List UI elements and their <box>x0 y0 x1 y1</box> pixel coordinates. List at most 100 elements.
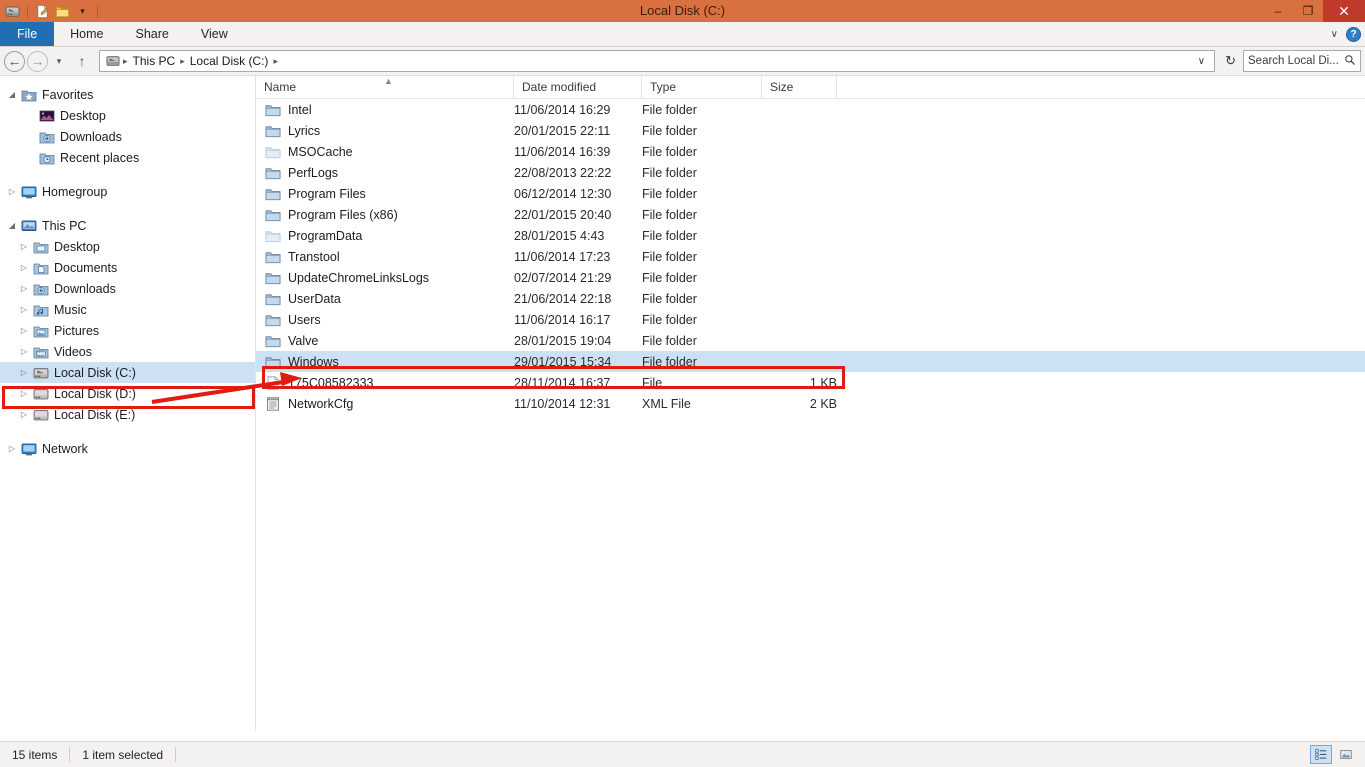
sidebar-item-music[interactable]: ▷ Music <box>0 299 255 320</box>
up-button[interactable]: ↑ <box>70 49 94 73</box>
expand-collapse-icon[interactable]: ▷ <box>16 410 32 419</box>
sidebar-item-videos[interactable]: ▷ Videos <box>0 341 255 362</box>
breadcrumb-separator-2[interactable]: ▸ <box>272 56 279 67</box>
search-input[interactable]: Search Local Di... <box>1243 50 1361 72</box>
new-folder-icon[interactable] <box>54 3 71 20</box>
column-header-size[interactable]: Size <box>762 75 837 99</box>
expand-collapse-icon[interactable]: ◢ <box>4 221 20 230</box>
minimize-button[interactable]: – <box>1263 0 1293 22</box>
file-name-cell: ProgramData <box>256 228 514 244</box>
recent-places-icon <box>38 150 56 166</box>
table-row[interactable]: Program Files 06/12/2014 12:30 File folder <box>256 183 1365 204</box>
table-row[interactable]: PerfLogs 22/08/2013 22:22 File folder <box>256 162 1365 183</box>
expand-collapse-icon[interactable]: ▷ <box>16 305 32 314</box>
pictures-folder-icon <box>32 323 50 339</box>
sidebar-item-local-disk-c[interactable]: ▷ Local Disk (C:) <box>0 362 255 383</box>
quick-access-toolbar: ▾ <box>0 3 101 20</box>
expand-collapse-icon[interactable]: ▷ <box>16 263 32 272</box>
table-row[interactable]: UpdateChromeLinksLogs 02/07/2014 21:29 Fil… <box>256 267 1365 288</box>
help-icon[interactable]: ? <box>1346 27 1361 42</box>
expand-collapse-icon[interactable]: ◢ <box>4 90 20 99</box>
file-name-label: Users <box>288 312 321 327</box>
file-date-cell: 21/06/2014 22:18 <box>514 291 612 306</box>
toolbar-divider-2 <box>97 4 98 18</box>
desktop-folder-icon <box>32 239 50 255</box>
table-row[interactable]: Transtool 11/06/2014 17:23 File folder <box>256 246 1365 267</box>
large-icons-view-button[interactable] <box>1335 745 1357 764</box>
expand-collapse-icon[interactable]: ▷ <box>16 242 32 251</box>
table-row[interactable]: MSOCache 11/06/2014 16:39 File folder <box>256 141 1365 162</box>
column-header-date-modified[interactable]: Date modified <box>514 75 642 99</box>
close-button[interactable]: ✕ <box>1323 0 1365 22</box>
properties-icon[interactable] <box>34 3 51 20</box>
expand-ribbon-icon[interactable]: ∨ <box>1331 29 1338 40</box>
file-name-cell: Program Files <box>256 186 514 202</box>
file-size-cell: 2 KB <box>809 396 837 411</box>
downloads-folder-icon <box>38 129 56 145</box>
breadcrumb-drive-icon[interactable] <box>104 54 122 68</box>
sidebar-item-local-disk-d[interactable]: ▷ Local Disk (D:) <box>0 383 255 404</box>
column-header-type[interactable]: Type <box>642 75 762 99</box>
maximize-restore-button[interactable]: ❐ <box>1293 0 1323 22</box>
breadcrumb-item-this-pc[interactable]: This PC <box>129 54 180 68</box>
sidebar-item-this-pc[interactable]: ◢ This PC <box>0 215 255 236</box>
sidebar-item-desktop[interactable]: Desktop <box>0 105 255 126</box>
sidebar-item-desktop[interactable]: ▷ Desktop <box>0 236 255 257</box>
sidebar-item-documents[interactable]: ▷ Documents <box>0 257 255 278</box>
table-row[interactable]: Program Files (x86) 22/01/2015 20:40 File … <box>256 204 1365 225</box>
customize-toolbar-icon[interactable]: ▾ <box>74 3 91 20</box>
file-type-cell: File folder <box>642 102 697 117</box>
sidebar-item-favorites[interactable]: ◢ Favorites <box>0 84 255 105</box>
back-button[interactable]: ← <box>4 50 25 72</box>
sidebar-item-pictures[interactable]: ▷ Pictures <box>0 320 255 341</box>
refresh-icon[interactable]: ↻ <box>1220 53 1241 69</box>
sidebar-item-network[interactable]: ▷ Network <box>0 438 255 459</box>
recent-locations-button[interactable]: ▾ <box>50 49 68 73</box>
file-date-cell: 11/10/2014 12:31 <box>514 396 611 411</box>
folder-icon <box>265 144 281 160</box>
expand-collapse-icon[interactable]: ▷ <box>4 444 20 453</box>
search-icon[interactable] <box>1344 54 1356 69</box>
breadcrumb-item-local-disk-c[interactable]: Local Disk (C:) <box>186 54 273 68</box>
sidebar-item-downloads[interactable]: Downloads <box>0 126 255 147</box>
details-view-button[interactable] <box>1310 745 1332 764</box>
table-row[interactable]: Valve 28/01/2015 19:04 File folder <box>256 330 1365 351</box>
sidebar-item-homegroup[interactable]: ▷ Homegroup <box>0 181 255 202</box>
expand-collapse-icon[interactable]: ▷ <box>16 368 32 377</box>
sidebar-item-downloads[interactable]: ▷ Downloads <box>0 278 255 299</box>
table-row[interactable]: Intel 11/06/2014 16:29 File folder <box>256 99 1365 120</box>
file-name-label: UserData <box>288 291 341 306</box>
forward-button[interactable]: → <box>27 50 48 72</box>
file-name-label: ProgramData <box>288 228 363 243</box>
expand-collapse-icon[interactable]: ▷ <box>16 284 32 293</box>
expand-collapse-icon[interactable]: ▷ <box>16 347 32 356</box>
folder-icon <box>265 249 281 265</box>
title-bar: ▾ Local Disk (C:) – ❐ ✕ <box>0 0 1365 22</box>
table-row[interactable]: Users 11/06/2014 16:17 File folder <box>256 309 1365 330</box>
sidebar-item-local-disk-e[interactable]: ▷ Local Disk (E:) <box>0 404 255 425</box>
tab-share[interactable]: Share <box>120 22 185 46</box>
address-dropdown-icon[interactable]: ∨ <box>1193 56 1210 67</box>
tab-home[interactable]: Home <box>54 22 119 46</box>
expand-collapse-icon[interactable]: ▷ <box>4 187 20 196</box>
drive-icon[interactable] <box>4 3 21 20</box>
sidebar-item-label: Desktop <box>54 239 100 254</box>
column-header-row: Name Date modified Type Size ▲ <box>256 75 1365 99</box>
table-row[interactable]: Lyrics 20/01/2015 22:11 File folder <box>256 120 1365 141</box>
tab-view[interactable]: View <box>185 22 244 46</box>
table-row[interactable]: 175C08582333 28/11/2014 16:37 File 1 KB <box>256 372 1365 393</box>
table-row[interactable]: ProgramData 28/01/2015 4:43 File folder <box>256 225 1365 246</box>
file-name-cell: Intel <box>256 102 514 118</box>
breadcrumb[interactable]: ▸ This PC ▸ Local Disk (C:) ▸ ∨ <box>99 50 1216 72</box>
expand-collapse-icon[interactable]: ▷ <box>16 389 32 398</box>
table-row[interactable]: NetworkCfg 11/10/2014 12:31 XML File 2 KB <box>256 393 1365 414</box>
folder-icon <box>265 270 281 286</box>
folder-icon <box>265 186 281 202</box>
file-type-cell: File folder <box>642 123 697 138</box>
tab-file[interactable]: File <box>0 22 55 46</box>
table-row[interactable]: UserData 21/06/2014 22:18 File folder <box>256 288 1365 309</box>
sidebar-item-recent-places[interactable]: Recent places <box>0 147 255 168</box>
file-date-cell: 06/12/2014 12:30 <box>514 186 612 201</box>
expand-collapse-icon[interactable]: ▷ <box>16 326 32 335</box>
table-row[interactable]: Windows 29/01/2015 15:34 File folder <box>256 351 1365 372</box>
